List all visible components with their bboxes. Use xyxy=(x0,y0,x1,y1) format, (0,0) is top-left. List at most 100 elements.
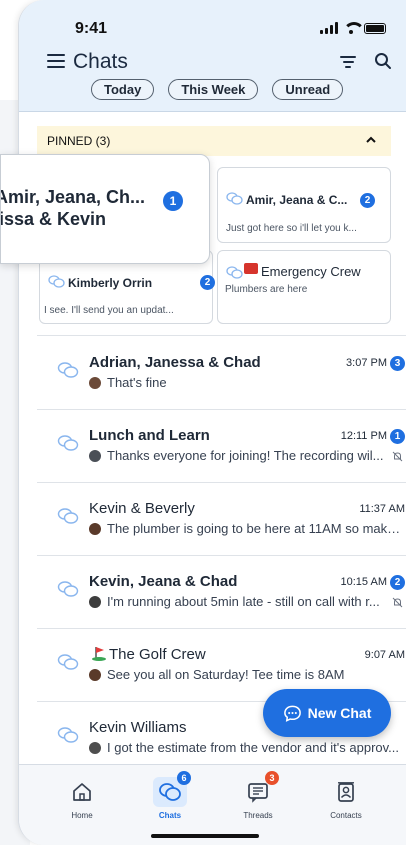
pinned-card-name: Amir, Jeana & C... xyxy=(246,193,348,207)
unread-badge: 2 xyxy=(360,193,375,208)
battery-icon xyxy=(364,23,386,34)
unread-badge: 2 xyxy=(200,275,215,290)
tab-contacts[interactable]: Contacts xyxy=(311,777,381,820)
avatar xyxy=(89,669,101,681)
chat-row-kevin-beverly[interactable]: Kevin & Beverly 11:37 AM The plumber is … xyxy=(37,484,406,556)
chat-preview: The plumber is going to be here at 11AM … xyxy=(107,521,405,536)
chip-this-week[interactable]: This Week xyxy=(168,79,259,100)
chat-name: Adrian, Janessa & Chad xyxy=(89,354,261,371)
chat-bubbles-icon xyxy=(57,508,79,524)
tab-badge: 6 xyxy=(177,771,191,785)
chat-row-adrian-janessa-chad[interactable]: Adrian, Janessa & Chad 3:07 PM 3 That's … xyxy=(37,338,406,410)
pinned-card-name: Kimberly Orrin xyxy=(68,276,153,290)
chip-unread[interactable]: Unread xyxy=(272,79,344,100)
chat-preview: Thanks everyone for joining! The recordi… xyxy=(107,448,384,463)
chat-preview: See you all on Saturday! Tee time is 8AM xyxy=(107,667,345,682)
wifi-icon xyxy=(343,22,365,34)
tab-label: Chats xyxy=(158,811,182,820)
chat-time: 9:07 AM xyxy=(364,649,405,661)
contacts-icon xyxy=(338,782,354,802)
filter-chips: Today This Week Unread xyxy=(91,79,344,100)
row-divider xyxy=(37,628,406,629)
tab-label: Contacts xyxy=(330,811,362,820)
tab-threads[interactable]: 3 Threads xyxy=(223,771,293,820)
chats-icon xyxy=(159,783,181,801)
row-divider xyxy=(37,555,406,556)
section-divider xyxy=(37,335,406,336)
chat-bubbles-icon xyxy=(226,192,243,205)
chip-today[interactable]: Today xyxy=(91,79,155,100)
emergency-light-icon xyxy=(244,263,258,274)
chat-bubbles-icon xyxy=(48,275,65,288)
chat-time: 11:37 AM xyxy=(359,503,405,515)
page-title: Chats xyxy=(73,50,128,73)
chat-name: Kevin, Jeana & Chad xyxy=(89,573,238,590)
tab-icon-wrap: 6 xyxy=(153,771,191,807)
bottom-tab-bar: Home 6 Chats 3 Threads Contacts xyxy=(19,764,406,845)
filter-icon[interactable] xyxy=(340,56,356,68)
tab-chats[interactable]: 6 Chats xyxy=(135,771,205,820)
chat-row-kevin-jeana-chad[interactable]: Kevin, Jeana & Chad 10:15 AM 2 I'm runni… xyxy=(37,557,406,629)
home-icon xyxy=(73,783,91,801)
avatar xyxy=(89,742,101,754)
app-header: 9:41 Chats Today This Week Unread xyxy=(19,0,406,112)
tab-icon-wrap xyxy=(329,777,363,807)
chat-name: Kevin Williams xyxy=(89,719,187,736)
golf-flag-icon xyxy=(92,647,106,661)
avatar xyxy=(89,450,101,462)
row-divider xyxy=(37,409,406,410)
chat-preview: I got the estimate from the vendor and i… xyxy=(107,740,400,755)
pinned-card-drag-preview[interactable]: Amir, Jeana, Ch... issa & Kevin 1 xyxy=(0,154,210,264)
tab-icon-wrap: 3 xyxy=(241,771,279,807)
new-chat-button[interactable]: New Chat xyxy=(263,689,391,737)
chat-row-lunch-and-learn[interactable]: Lunch and Learn 12:11 PM 1 Thanks everyo… xyxy=(37,411,406,483)
chat-time: 3:07 PM xyxy=(346,357,387,369)
chat-time: 12:11 PM xyxy=(340,430,387,442)
chat-bubbles-icon xyxy=(57,727,79,743)
avatar xyxy=(89,377,101,389)
muted-bell-icon xyxy=(392,597,403,608)
chat-bubble-icon xyxy=(283,705,301,722)
search-icon[interactable] xyxy=(374,52,392,70)
unread-badge: 1 xyxy=(390,429,405,444)
chat-bubbles-icon xyxy=(57,654,79,670)
pinned-section-header[interactable]: PINNED (3) xyxy=(37,126,391,156)
pinned-card-emergency-crew[interactable]: Emergency Crew Plumbers are here xyxy=(217,250,391,324)
chat-preview: That's fine xyxy=(107,375,167,390)
pinned-card-preview: I see. I'll send you an updat... xyxy=(44,305,174,316)
chat-bubbles-icon xyxy=(57,581,79,597)
new-chat-label: New Chat xyxy=(307,705,372,721)
muted-bell-icon xyxy=(392,451,403,462)
chat-time: 10:15 AM xyxy=(340,576,387,588)
pinned-card-name: Emergency Crew xyxy=(261,264,361,279)
tab-label: Threads xyxy=(243,811,273,820)
chat-name: Lunch and Learn xyxy=(89,427,210,444)
status-icons xyxy=(320,22,386,34)
home-indicator xyxy=(151,834,259,838)
popup-name-line-2: issa & Kevin xyxy=(0,209,107,229)
pinned-card-amir-jeana[interactable]: Amir, Jeana & C... 2 Just got here so i'… xyxy=(217,167,391,243)
status-time: 9:41 xyxy=(75,20,108,37)
unread-badge: 3 xyxy=(390,356,405,371)
chat-name: Kevin & Beverly xyxy=(89,500,195,517)
chat-bubbles-icon xyxy=(226,266,243,279)
row-divider xyxy=(37,482,406,483)
pinned-header-label: PINNED (3) xyxy=(47,134,111,148)
chat-name: The Golf Crew xyxy=(109,646,206,663)
chat-bubbles-icon xyxy=(57,435,79,451)
avatar xyxy=(89,523,101,535)
chat-preview: I'm running about 5min late - still on c… xyxy=(107,594,380,609)
pinned-card-preview: Just got here so i'll let you k... xyxy=(226,223,357,234)
threads-icon xyxy=(248,783,268,803)
unread-badge: 1 xyxy=(163,191,183,211)
hamburger-menu-icon[interactable] xyxy=(47,54,65,68)
tab-icon-wrap xyxy=(65,777,99,807)
chevron-up-icon[interactable] xyxy=(365,134,377,146)
avatar xyxy=(89,596,101,608)
phone-screen: 9:41 Chats Today This Week Unread PINNED… xyxy=(18,0,406,845)
chat-bubbles-icon xyxy=(57,362,79,378)
tab-home[interactable]: Home xyxy=(47,777,117,820)
popup-name-line-1: Amir, Jeana, Ch... xyxy=(0,187,146,207)
tab-badge: 3 xyxy=(265,771,279,785)
pinned-card-preview: Plumbers are here xyxy=(225,284,308,295)
